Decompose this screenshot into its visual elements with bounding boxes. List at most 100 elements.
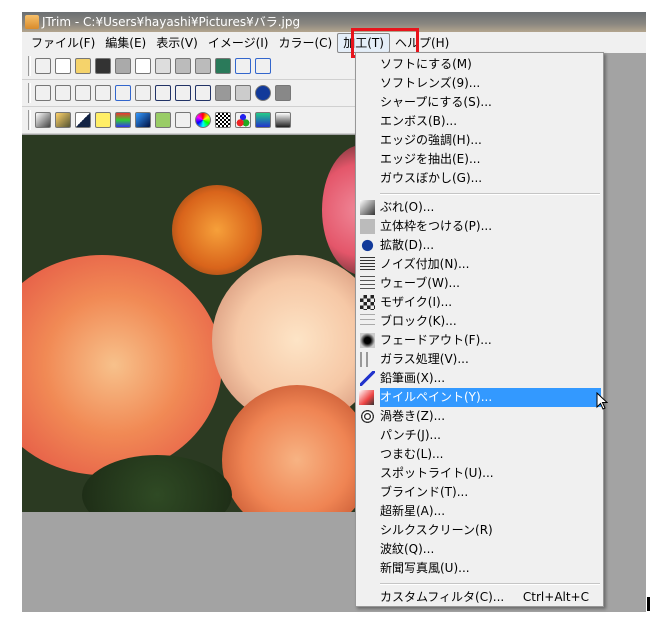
menu-item[interactable]: 鉛筆画(X)...: [358, 369, 601, 388]
grayscale-icon[interactable]: [35, 112, 51, 128]
toolbar-grip[interactable]: [28, 83, 31, 103]
toolbar-grip[interactable]: [28, 110, 31, 130]
paste-new-icon[interactable]: [195, 58, 211, 74]
menu-item[interactable]: ぶれ(O)...: [358, 198, 601, 217]
menu-item[interactable]: ガウスぼかし(G)...: [358, 169, 601, 188]
menu-image[interactable]: イメージ(I): [203, 34, 274, 52]
menu-item-label: ブラインド(T)...: [380, 485, 469, 499]
image-adjust-icon[interactable]: [155, 112, 171, 128]
menu-item-label: カスタムフィルタ(C)...: [380, 590, 505, 604]
menu-item-label: 立体枠をつける(P)...: [380, 219, 493, 233]
menu-item[interactable]: 拡散(D)...: [358, 236, 601, 255]
menu-view[interactable]: 表示(V): [151, 34, 203, 52]
menu-item-label: モザイク(I)...: [380, 295, 453, 309]
print-preview-icon[interactable]: [135, 58, 151, 74]
menu-item[interactable]: ソフトレンズ(9)...: [358, 74, 601, 93]
hue-icon[interactable]: [195, 112, 211, 128]
blur-tool-icon[interactable]: [215, 85, 231, 101]
bevel-tool-icon[interactable]: [235, 85, 251, 101]
oilpaint-icon: [359, 390, 374, 405]
menu-item[interactable]: ブラインド(T)...: [358, 483, 601, 502]
menu-item[interactable]: シルクスクリーン(R): [358, 521, 601, 540]
menu-item[interactable]: ソフトにする(M): [358, 55, 601, 74]
toolbar-grip[interactable]: [28, 56, 31, 76]
menu-separator: [380, 583, 600, 585]
flip-vertical-icon[interactable]: [95, 85, 111, 101]
rotate-left-90-icon[interactable]: [155, 85, 171, 101]
menu-item-label: ぶれ(O)...: [380, 200, 435, 214]
menu-item[interactable]: エンボス(B)...: [358, 112, 601, 131]
menu-item[interactable]: スポットライト(U)...: [358, 464, 601, 483]
dither-icon[interactable]: [215, 112, 231, 128]
rotate-right-90-icon[interactable]: [175, 85, 191, 101]
copy-icon[interactable]: [155, 58, 171, 74]
menu-item[interactable]: ガラス処理(V)...: [358, 350, 601, 369]
menu-item[interactable]: ウェーブ(W)...: [358, 274, 601, 293]
menu-item[interactable]: 波紋(Q)...: [358, 540, 601, 559]
menu-bar: ファイル(F) 編集(E) 表示(V) イメージ(I) カラー(C) 加工(T)…: [22, 32, 646, 53]
menu-edit[interactable]: 編集(E): [100, 34, 151, 52]
menu-item-label: シルクスクリーン(R): [380, 523, 493, 537]
menu-item-label: 拡散(D)...: [380, 238, 435, 252]
trim-icon[interactable]: [115, 85, 131, 101]
xor-icon[interactable]: [255, 112, 271, 128]
menu-item[interactable]: 超新星(A)...: [358, 502, 601, 521]
menu-item[interactable]: エッジを抽出(E)...: [358, 150, 601, 169]
open-icon[interactable]: [75, 58, 91, 74]
window-title: JTrim - C:¥Users¥hayashi¥Pictures¥バラ.jpg: [42, 15, 301, 29]
toolbar-image: [22, 80, 356, 107]
menu-item[interactable]: つまむ(L)...: [358, 445, 601, 464]
crop-icon[interactable]: [35, 85, 51, 101]
menu-item[interactable]: フェードアウト(F)...: [358, 331, 601, 350]
diffuse-tool-icon[interactable]: [255, 85, 271, 101]
menu-item-label: スポットライト(U)...: [380, 466, 494, 480]
menu-item-label: 渦巻き(Z)...: [380, 409, 446, 423]
menu-file[interactable]: ファイル(F): [26, 34, 100, 52]
rgb-icon[interactable]: [235, 112, 251, 128]
gradient-icon[interactable]: [275, 112, 291, 128]
menu-item[interactable]: シャープにする(S)...: [358, 93, 601, 112]
contrast-icon[interactable]: [135, 112, 151, 128]
menu-item[interactable]: ブロック(K)...: [358, 312, 601, 331]
menu-item[interactable]: オイルペイント(Y)...: [359, 388, 601, 407]
menu-item-custom-filter[interactable]: カスタムフィルタ(C)... Ctrl+Alt+C: [358, 588, 601, 607]
title-bar: JTrim - C:¥Users¥hayashi¥Pictures¥バラ.jpg: [22, 12, 646, 32]
image-canvas[interactable]: [22, 135, 356, 512]
properties-icon[interactable]: [35, 58, 51, 74]
paint-icon[interactable]: [215, 58, 231, 74]
toolbar-file: [22, 53, 356, 80]
menu-item[interactable]: モザイク(I)...: [358, 293, 601, 312]
sepia-icon[interactable]: [55, 112, 71, 128]
menu-color[interactable]: カラー(C): [273, 34, 337, 52]
toolbar-color: [22, 107, 356, 134]
gamma-icon[interactable]: [175, 112, 191, 128]
text-caret: [647, 597, 650, 611]
new-icon[interactable]: [55, 58, 71, 74]
negative-icon[interactable]: [75, 112, 91, 128]
menu-separator: [380, 193, 600, 195]
print-icon[interactable]: [115, 58, 131, 74]
undo-icon[interactable]: [235, 58, 251, 74]
frame-tool-icon[interactable]: [135, 85, 151, 101]
save-icon[interactable]: [95, 58, 111, 74]
paste-icon[interactable]: [175, 58, 191, 74]
redo-icon[interactable]: [255, 58, 271, 74]
noise-tool-icon[interactable]: [275, 85, 291, 101]
resize-icon[interactable]: [55, 85, 71, 101]
menu-item-label: パンチ(J)...: [380, 428, 441, 442]
color-balance-icon[interactable]: [115, 112, 131, 128]
frame-icon: [360, 219, 375, 234]
menu-item[interactable]: 新聞写真風(U)...: [358, 559, 601, 578]
menu-item-label: ブロック(K)...: [380, 314, 457, 328]
menu-item[interactable]: パンチ(J)...: [358, 426, 601, 445]
brightness-icon[interactable]: [95, 112, 111, 128]
rotate-free-icon[interactable]: [195, 85, 211, 101]
menu-item[interactable]: 立体枠をつける(P)...: [358, 217, 601, 236]
flip-horizontal-icon[interactable]: [75, 85, 91, 101]
menu-item[interactable]: ノイズ付加(N)...: [358, 255, 601, 274]
blur-icon: [360, 200, 375, 215]
menu-item[interactable]: 渦巻き(Z)...: [358, 407, 601, 426]
pencil-icon: [360, 371, 375, 386]
diffuse-icon: [360, 238, 375, 253]
menu-item[interactable]: エッジの強調(H)...: [358, 131, 601, 150]
